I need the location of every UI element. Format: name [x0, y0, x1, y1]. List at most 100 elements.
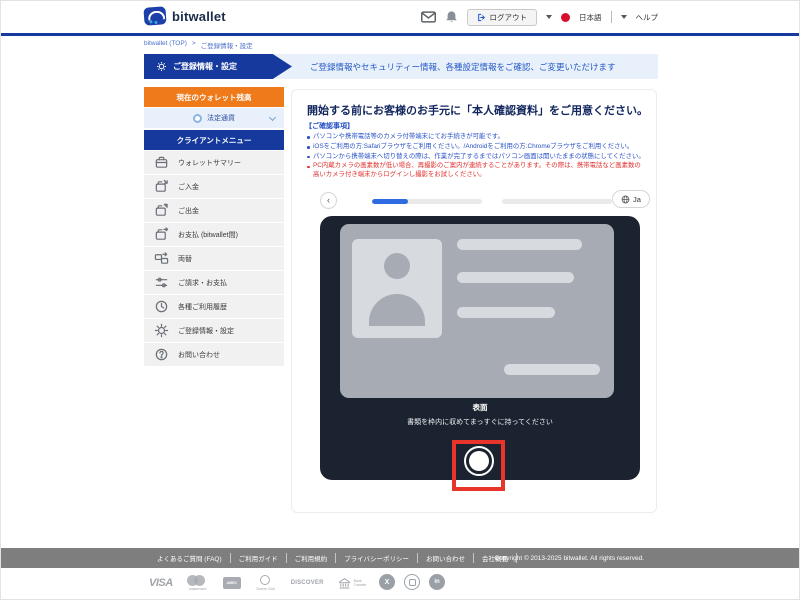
header-divider [1, 33, 800, 36]
sidebar-menu-item[interactable]: ウォレットサマリー [144, 151, 284, 175]
sidebar-menu-item[interactable]: ご請求・お支払 [144, 271, 284, 295]
bank-transfer-icon: Bank Transfer [338, 577, 370, 590]
language-label[interactable]: 日本語 [579, 12, 602, 23]
breadcrumb-home-link[interactable]: bitwallet (TOP) [144, 40, 187, 50]
section-title: ご登録情報・設定 [173, 61, 237, 72]
page-title: 開始する前にお客様のお手元に「本人確認資料」をご用意ください。 [307, 102, 648, 118]
notifications-bell-icon[interactable] [445, 10, 458, 24]
instagram-icon[interactable] [404, 574, 420, 590]
sidebar-item-label: お問い合わせ [178, 350, 220, 360]
footer-link[interactable]: プライバシーポリシー [336, 553, 418, 563]
globe-icon [621, 195, 630, 204]
language-caret-icon[interactable] [546, 15, 552, 19]
note-item: iOSをご利用の方:Safariブラウザをご利用ください。/Androidをご利… [305, 143, 645, 152]
sidebar-item-label: 各種ご利用履歴 [178, 302, 227, 312]
id-card-placeholder [340, 224, 614, 398]
currency-selector[interactable]: 法定通貨 [144, 108, 284, 128]
help-caret-icon[interactable] [621, 15, 627, 19]
page: bitwallet ログアウト 日本語 ヘルプ bitwallet (TOP) … [0, 0, 800, 600]
help-menu[interactable]: ヘルプ [636, 12, 659, 23]
diners-club-logo: Diners Club [255, 575, 277, 591]
back-button[interactable]: ‹ [320, 192, 337, 209]
sidebar-menu-item[interactable]: 各種ご利用履歴 [144, 295, 284, 319]
progress-step-1 [372, 199, 482, 204]
payment-methods: VISA mastercard AMEX Diners Club DISCOVE… [149, 575, 370, 591]
logout-icon [477, 13, 486, 22]
widget-language-button[interactable]: Ja [612, 190, 650, 208]
breadcrumb-current: ご登録情報・設定 [201, 40, 253, 50]
footer-link[interactable]: よくあるご質問 (FAQ) [149, 553, 231, 563]
linkedin-icon[interactable]: in [429, 574, 445, 590]
sidebar-menu-item[interactable]: 両替 [144, 247, 284, 271]
sidebar-menu-item[interactable]: ご登録情報・設定 [144, 319, 284, 343]
wallet-icon [154, 155, 169, 170]
confirmation-notes: 【ご確認事項】 パソコンや携帯電話等のカメラ付帯端末にてお手続きが可能です。 i… [305, 121, 645, 181]
card-text-line [457, 307, 555, 318]
client-menu-header: クライアントメニュー [144, 130, 284, 150]
sidebar-item-label: ご入金 [178, 182, 199, 192]
copyright: Copyright © 2013-2025 bitwallet. All rig… [494, 555, 644, 562]
sidebar-item-label: ご登録情報・設定 [178, 326, 234, 336]
question-icon [154, 347, 169, 362]
gear-icon [154, 323, 169, 338]
mail-icon[interactable] [421, 11, 436, 23]
main-panel: 開始する前にお客様のお手元に「本人確認資料」をご用意ください。 【ご確認事項】 … [291, 89, 657, 513]
footer-link[interactable]: ご利用ガイド [231, 553, 287, 563]
sidebar-menu-item[interactable]: ご入金 [144, 175, 284, 199]
gear-icon [156, 61, 167, 72]
payment-icon [154, 227, 169, 242]
discover-logo: DISCOVER [291, 580, 324, 586]
notes-list: パソコンや携帯電話等のカメラ付帯端末にてお手続きが可能です。 iOSをご利用の方… [305, 133, 645, 180]
sidebar-item-label: お支払 (bitwallet間) [178, 230, 238, 240]
sidebar-menu: ウォレットサマリー ご入金 ご出金 お支払 (bitwallet間) [144, 151, 284, 367]
progress-fill [372, 199, 408, 204]
footer-bar: よくあるご質問 (FAQ) ご利用ガイド ご利用規約 プライバシーポリシー お問… [1, 548, 800, 568]
exchange-icon [154, 251, 169, 266]
widget-language-label: Ja [633, 195, 641, 204]
x-twitter-icon[interactable]: X [379, 574, 395, 590]
deposit-icon [154, 179, 169, 194]
card-text-line [457, 239, 582, 250]
brand-logo[interactable]: bitwallet [144, 7, 226, 25]
sidebar-item-label: ご請求・お支払 [178, 278, 227, 288]
progress-step-2 [502, 199, 612, 204]
clock-icon [154, 299, 169, 314]
top-bar: bitwallet ログアウト 日本語 ヘルプ [1, 1, 800, 33]
sidebar-item-label: ウォレットサマリー [178, 158, 241, 168]
chevron-down-icon [269, 114, 276, 121]
coin-icon [193, 114, 202, 123]
note-item: パソコンから携帯端末へ切り替えの際は、作業が完了するまではパソコン画面は開いたま… [305, 153, 645, 162]
wallet-balance-header: 現在のウォレット残高 [144, 87, 284, 107]
currency-selector-label: 法定通貨 [207, 113, 235, 123]
sidebar: 現在のウォレット残高 法定通貨 クライアントメニュー ウォレットサマリー ご入金 [144, 87, 284, 367]
document-side-label: 表面 [320, 402, 640, 413]
notes-header: 【ご確認事項】 [305, 121, 645, 131]
sidebar-menu-item[interactable]: ご出金 [144, 199, 284, 223]
note-item: パソコンや携帯電話等のカメラ付帯端末にてお手続きが可能です。 [305, 133, 645, 142]
sliders-icon [154, 275, 169, 290]
footer-link[interactable]: ご利用規約 [287, 553, 337, 563]
sidebar-item-label: ご出金 [178, 206, 199, 216]
section-description: ご登録情報やセキュリティー情報、各種設定情報をご確認、ご変更いただけます [292, 61, 616, 73]
capture-instruction: 書類を枠内に収めてまっすぐに持ってください [320, 417, 640, 427]
footer-link[interactable]: お問い合わせ [418, 553, 474, 563]
capture-button-highlight [452, 440, 505, 491]
breadcrumb-separator: > [192, 40, 196, 50]
note-item: PC内蔵カメラの画素数が低い場合、再撮影のご案内が連続することがあります。その際… [305, 162, 645, 180]
section-banner-label: ご登録情報・設定 [144, 54, 292, 79]
japan-flag-icon [561, 13, 570, 22]
card-text-line [504, 364, 600, 375]
sidebar-menu-item[interactable]: お支払 (bitwallet間) [144, 223, 284, 247]
divider [611, 11, 612, 23]
card-text-line [457, 272, 574, 283]
section-banner: ご登録情報・設定 ご登録情報やセキュリティー情報、各種設定情報をご確認、ご変更い… [144, 54, 658, 79]
withdraw-icon [154, 203, 169, 218]
breadcrumb: bitwallet (TOP) > ご登録情報・設定 [144, 40, 253, 50]
bitwallet-logo-icon [143, 6, 166, 25]
logout-button[interactable]: ログアウト [467, 9, 538, 26]
sidebar-menu-item[interactable]: お問い合わせ [144, 343, 284, 367]
id-photo-placeholder [352, 239, 442, 338]
mastercard-logo: mastercard [187, 575, 209, 591]
logout-label: ログアウト [490, 12, 528, 23]
footer-links: よくあるご質問 (FAQ) ご利用ガイド ご利用規約 プライバシーポリシー お問… [149, 553, 517, 563]
